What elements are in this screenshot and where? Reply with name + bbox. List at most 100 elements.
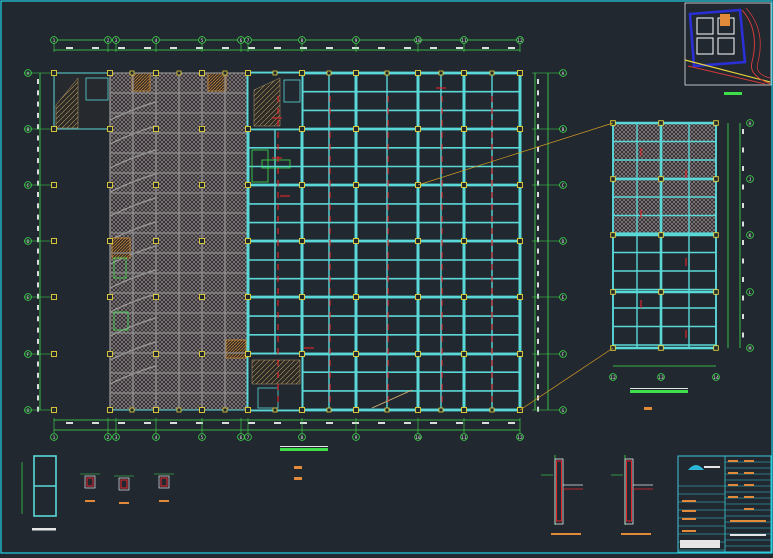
column [415, 238, 421, 244]
column-secondary [384, 70, 390, 76]
column-secondary [129, 407, 135, 413]
column [517, 351, 523, 357]
grid-bubble-label: D [562, 239, 565, 245]
detail-title [630, 388, 688, 389]
stamp-area [680, 540, 720, 548]
column [299, 182, 305, 188]
column [199, 182, 205, 188]
dim-text-left [37, 203, 39, 209]
dim-text-top [482, 47, 489, 49]
detail-bubble-bottom: 12 [609, 373, 617, 381]
dim-text-left [37, 90, 39, 96]
dim-text-bottom [378, 422, 385, 424]
elevation-title [32, 528, 56, 531]
column-secondary [129, 70, 135, 76]
dim-text-right [537, 112, 539, 118]
company-name [704, 466, 720, 468]
grid-bubble-label: E [27, 295, 30, 301]
detail-bubble-right: M [746, 344, 754, 352]
detail-dim-text [742, 258, 744, 264]
column-secondary [272, 407, 278, 413]
dim-text-left [37, 158, 39, 164]
dim-text-right [537, 169, 539, 175]
grid-bubble-label: 12 [610, 375, 616, 381]
title-block-note [682, 530, 696, 532]
detail-bubble-bottom: 14 [712, 373, 720, 381]
grid-bubble-label: J [749, 177, 752, 183]
column [415, 351, 421, 357]
plan-title-underline [280, 448, 328, 451]
column [107, 351, 113, 357]
dim-text-left [37, 395, 39, 401]
dim-text-left [37, 406, 39, 412]
grid-bubble-label: 6 [240, 38, 243, 44]
grid-bubble-top: 1 [50, 36, 58, 44]
dim-text-bottom [482, 422, 489, 424]
dim-text-right [537, 259, 539, 265]
dim-text-right [537, 282, 539, 288]
detail-column [610, 176, 616, 182]
dim-text-bottom [456, 422, 463, 424]
column [199, 126, 205, 132]
dim-text-left [37, 79, 39, 84]
grid-bubble-top: 9 [352, 36, 360, 44]
dim-text-left [37, 384, 39, 390]
grid-bubble-label: G [562, 408, 565, 414]
detail-column [658, 289, 664, 295]
dim-text-bottom [92, 422, 99, 424]
column [353, 407, 359, 413]
column [199, 70, 205, 76]
dim-text-left [37, 225, 39, 231]
grid-bubble-label: 11 [461, 38, 467, 44]
grid-bubble-label: H [749, 121, 752, 127]
dim-text-bottom [404, 422, 411, 424]
detail-title-underline [630, 390, 688, 393]
column [245, 126, 251, 132]
dim-text-top [326, 47, 333, 49]
dim-text-bottom [222, 422, 229, 424]
grid-bubble-label: 6 [240, 435, 243, 441]
grid-bubble-label: A [562, 71, 565, 77]
column [199, 351, 205, 357]
dim-text-left [37, 372, 39, 378]
scale-note [294, 477, 302, 480]
dim-text-left [37, 305, 39, 310]
dim-text-top [430, 47, 437, 49]
dim-text-right [537, 271, 539, 277]
column [51, 126, 57, 132]
grid-bubble-label: 1 [53, 38, 56, 44]
grid-bubble-label: 2 [107, 38, 110, 44]
column [107, 407, 113, 413]
column-secondary [489, 407, 495, 413]
drawing-title-text [730, 520, 766, 522]
detail-dim-text [742, 166, 744, 171]
grid-bubble-bottom: 9 [352, 433, 360, 441]
detail-bubble-right: H [746, 119, 754, 127]
dim-text-right [537, 124, 539, 130]
dim-text-left [37, 124, 39, 130]
dim-text-top [274, 47, 281, 49]
title-block-text [744, 508, 754, 510]
stair-patch [225, 339, 247, 359]
grid-bubble-label: 4 [155, 435, 158, 441]
dim-text-top [222, 47, 229, 49]
grid-bubble-label: 5 [201, 38, 204, 44]
dim-text-top [248, 47, 255, 49]
grid-bubble-right: E [559, 293, 567, 301]
column [353, 182, 359, 188]
grid-bubble-label: C [562, 183, 565, 189]
dim-text-left [37, 316, 39, 322]
column [107, 294, 113, 300]
cad-drawing-viewport[interactable]: 1 1 2 2 3 3 4 4 5 5 6 6 7 7 8 8 9 9 10 10 11 11 12 12 A A B B C C D D E E… [0, 0, 773, 554]
column [353, 351, 359, 357]
grid-bubble-label: E [562, 295, 565, 301]
dim-text-right [537, 101, 539, 107]
column [299, 70, 305, 76]
dim-text-left [37, 361, 39, 367]
grid-bubble-right: F [559, 350, 567, 358]
detail-dim-text [742, 184, 744, 190]
grid-bubble-label: 9 [355, 435, 358, 441]
column-secondary [384, 407, 390, 413]
grid-bubble-right: B [559, 125, 567, 133]
grid-bubble-label: 12 [517, 38, 523, 44]
